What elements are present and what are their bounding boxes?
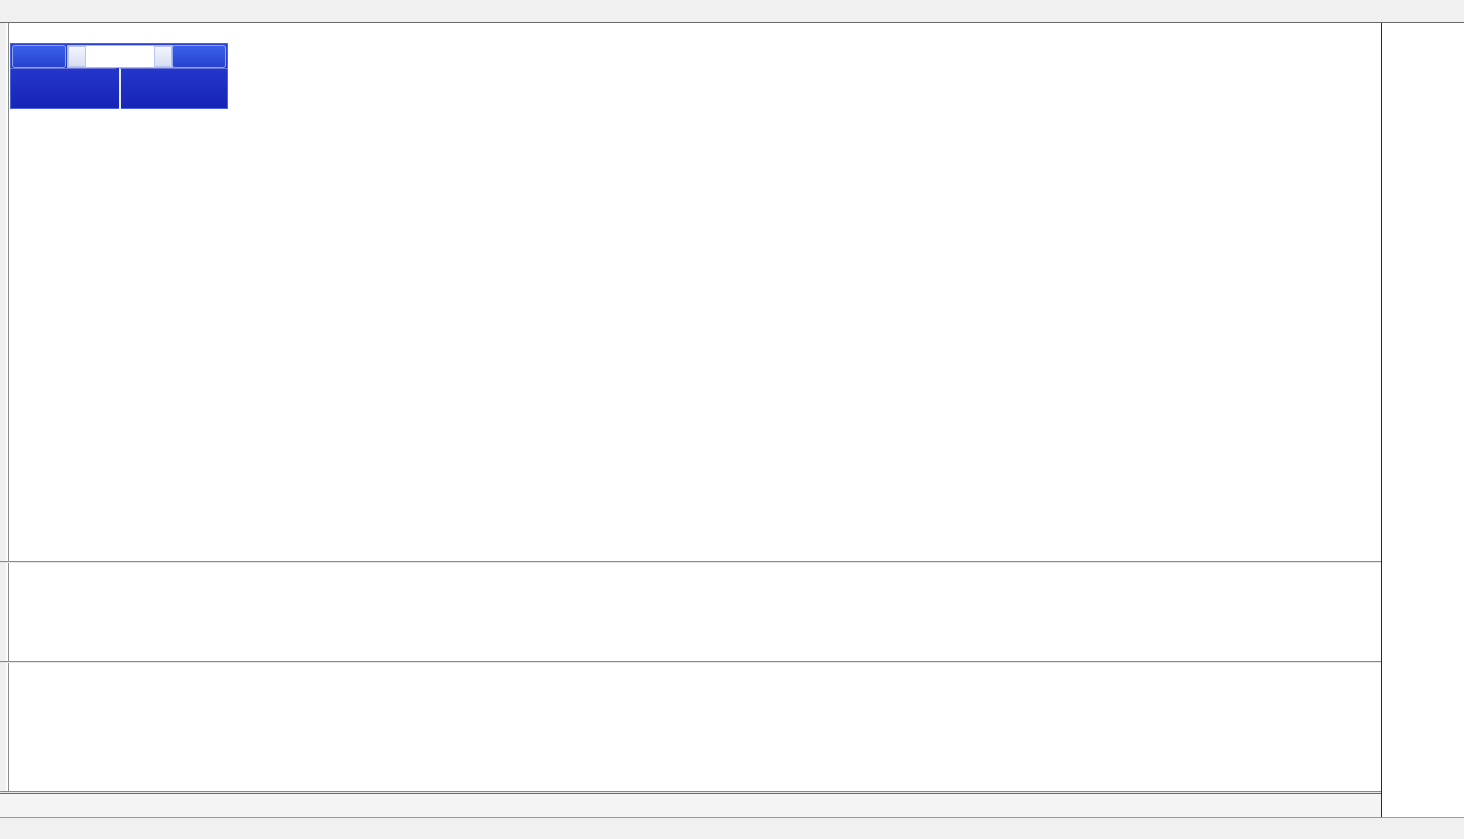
left-window-border xyxy=(0,663,9,791)
one-click-trading-panel xyxy=(10,43,228,109)
price-pane xyxy=(0,23,1382,561)
volume-increase-button[interactable] xyxy=(154,46,172,67)
timeframe-toolbar xyxy=(0,0,1464,23)
buy-button[interactable] xyxy=(172,45,226,68)
sell-price-display[interactable] xyxy=(10,68,116,109)
chart-window xyxy=(0,22,1464,818)
rsi-pane xyxy=(0,663,1382,791)
sell-button[interactable] xyxy=(12,45,66,68)
price-axis[interactable] xyxy=(1381,23,1464,818)
symbol-tab-bar xyxy=(0,817,1464,839)
buy-price-display[interactable] xyxy=(119,68,228,109)
volume-stepper xyxy=(67,45,173,68)
macd-canvas[interactable] xyxy=(8,563,1382,661)
chart-plot-column xyxy=(0,23,1382,818)
macd-pane xyxy=(0,563,1382,661)
mt4-window xyxy=(0,0,1464,839)
volume-decrease-button[interactable] xyxy=(68,46,86,67)
left-window-border xyxy=(0,23,9,561)
rsi-canvas[interactable] xyxy=(8,663,1382,791)
volume-input[interactable] xyxy=(86,46,154,67)
left-window-border xyxy=(0,563,9,661)
date-axis[interactable] xyxy=(0,793,1382,820)
